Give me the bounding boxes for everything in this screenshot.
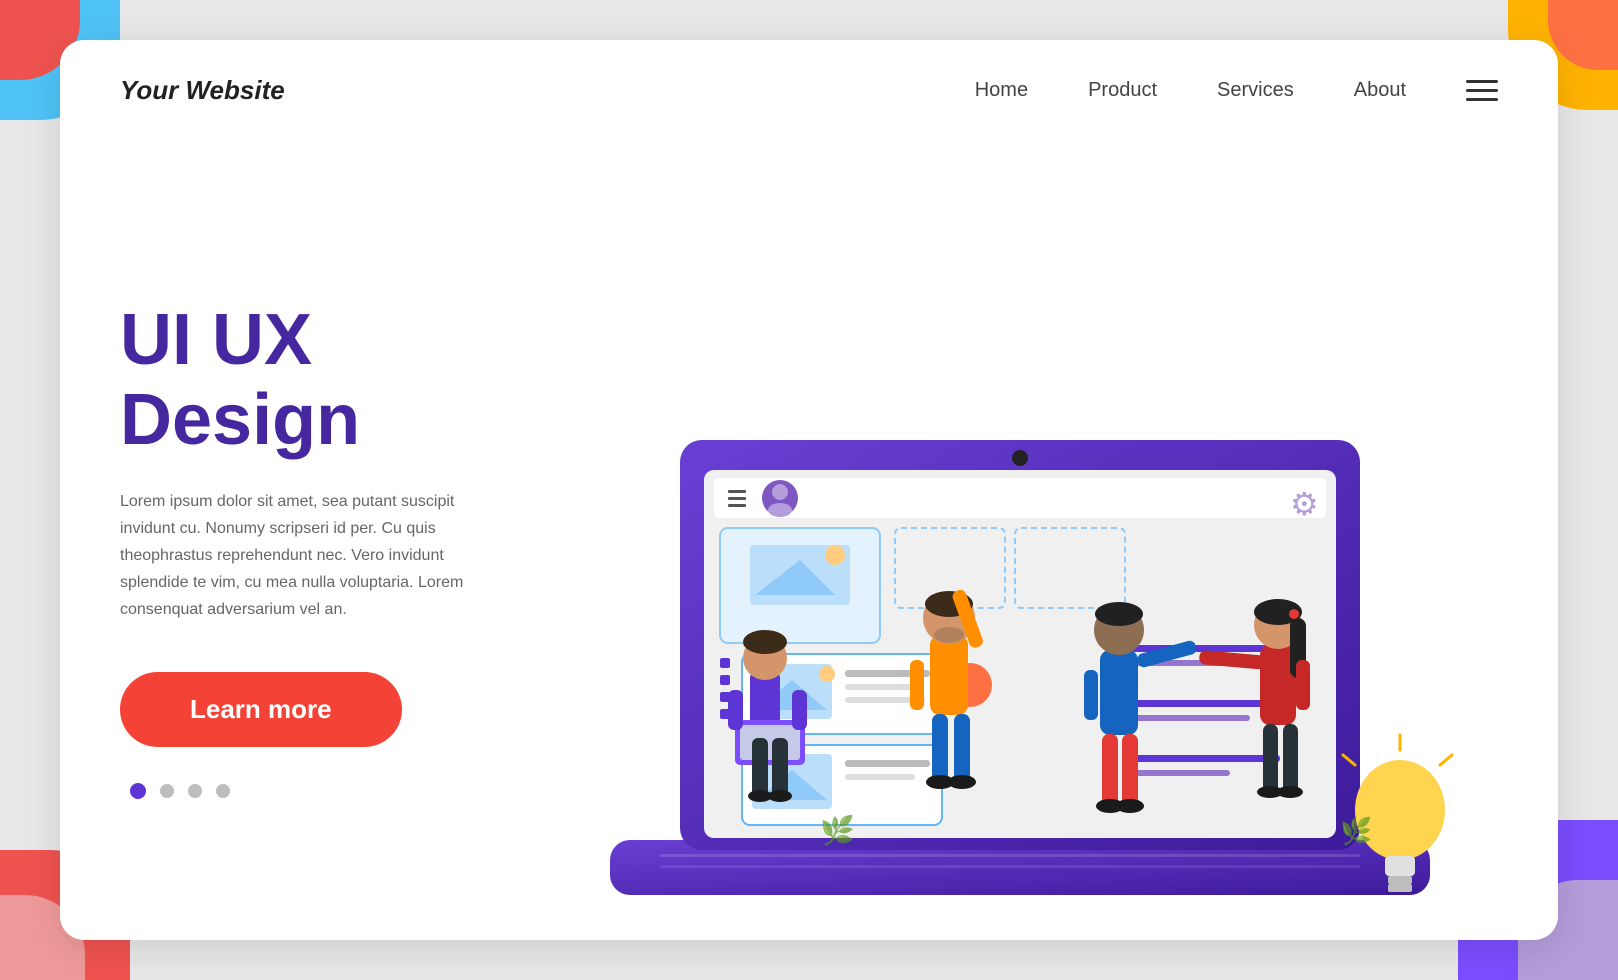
hero-text-section: UI UX Design Lorem ipsum dolor sit amet,… [120,281,600,798]
illustration-svg: ⚙ [580,360,1480,940]
navbar: Your Website Home Product Services About [60,40,1558,140]
nav-link-product[interactable]: Product [1088,79,1157,101]
hamburger-line-3 [1466,98,1498,101]
nav-item-services[interactable]: Services [1217,79,1294,102]
carousel-dots [130,783,600,799]
main-card: Your Website Home Product Services About [60,40,1558,940]
hero-body-text: Lorem ipsum dolor sit amet, sea putant s… [120,488,500,624]
nav-item-about[interactable]: About [1354,79,1406,102]
svg-text:⚙: ⚙ [1290,486,1319,522]
learn-more-button[interactable]: Learn more [120,672,402,747]
main-content: UI UX Design Lorem ipsum dolor sit amet,… [60,140,1558,940]
dot-4[interactable] [216,784,230,798]
hamburger-line-1 [1466,80,1498,83]
hero-title-line1: UI UX [120,300,312,380]
dot-2[interactable] [160,784,174,798]
dot-3[interactable] [188,784,202,798]
svg-text:🌿: 🌿 [1340,816,1372,846]
nav-links: Home Product Services About [975,79,1406,102]
site-logo: Your Website [120,75,285,106]
nav-link-home[interactable]: Home [975,79,1028,101]
svg-text:🌿: 🌿 [820,814,855,847]
nav-item-product[interactable]: Product [1088,79,1157,102]
dot-1[interactable] [130,783,146,799]
hero-title: UI UX Design [120,301,600,459]
nav-link-services[interactable]: Services [1217,79,1294,101]
hamburger-line-2 [1466,89,1498,92]
nav-item-home[interactable]: Home [975,79,1028,102]
hero-illustration: ⚙ [600,140,1498,940]
hero-title-line2: Design [120,380,360,460]
hamburger-menu[interactable] [1466,80,1498,101]
nav-link-about[interactable]: About [1354,79,1406,101]
